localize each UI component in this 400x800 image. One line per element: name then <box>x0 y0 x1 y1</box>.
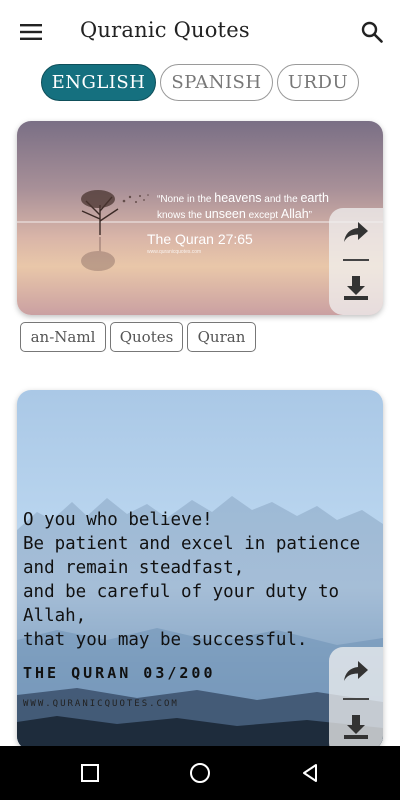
quote-fragment: Allah <box>280 207 309 221</box>
share-arrow-icon <box>344 222 368 242</box>
share-button[interactable] <box>329 208 383 256</box>
language-chip-urdu[interactable]: URDU <box>277 64 359 101</box>
download-button[interactable] <box>329 703 383 751</box>
tag-chip[interactable]: Quotes <box>110 322 183 352</box>
quote-line: that you may be successful. <box>23 630 308 650</box>
app-title: Quranic Quotes <box>80 18 250 42</box>
search-button[interactable] <box>356 16 388 48</box>
recent-apps-button[interactable] <box>60 746 120 800</box>
quote-card[interactable]: O you who believe! Be patient and excel … <box>17 390 383 750</box>
download-icon <box>344 714 368 739</box>
quote-fragment: unseen <box>204 207 246 221</box>
quote-line: and remain steadfast, <box>23 558 245 578</box>
quote-fragment: earth <box>300 191 329 205</box>
quote-fragment: ” <box>308 210 312 221</box>
quote-website: WWW.QURANICQUOTES.COM <box>23 699 179 709</box>
hamburger-menu-icon <box>20 24 42 40</box>
download-button[interactable] <box>329 264 383 312</box>
triangle-back-icon <box>303 764 317 782</box>
language-selector: ENGLISH SPANISH URDU <box>0 64 400 102</box>
quote-fragment: heavens <box>214 191 262 205</box>
home-button[interactable] <box>170 746 230 800</box>
quote-reference: The Quran 27:65 <box>147 231 253 247</box>
download-icon <box>344 275 368 300</box>
share-arrow-icon <box>344 661 368 681</box>
app-bar: Quranic Quotes <box>0 0 400 62</box>
square-icon <box>81 764 99 782</box>
menu-button[interactable] <box>14 17 48 47</box>
action-divider <box>343 698 369 700</box>
quote-line: Allah, <box>23 606 87 626</box>
back-button[interactable] <box>281 746 341 800</box>
tag-chip[interactable]: Quran <box>187 322 256 352</box>
quote-reference: THE QURAN 03/200 <box>23 664 216 682</box>
card-actions <box>329 647 383 750</box>
card-actions <box>329 208 383 315</box>
quote-text: O you who believe! Be patient and excel … <box>23 508 360 652</box>
action-divider <box>343 259 369 261</box>
tag-chip[interactable]: an-Naml <box>20 322 106 352</box>
quote-line: Be patient and excel in patience <box>23 534 361 554</box>
quote-line: O you who believe! <box>23 510 213 530</box>
share-button[interactable] <box>329 647 383 695</box>
quote-website: www.quranicquotes.com <box>147 249 202 255</box>
language-chip-english[interactable]: ENGLISH <box>41 64 156 101</box>
quote-card[interactable]: “None in the heavens and the earth knows… <box>17 121 383 315</box>
quote-fragment: and the <box>261 194 301 205</box>
quote-fragment: except <box>245 210 281 221</box>
quote-fragment: “None in the <box>157 194 215 205</box>
circle-icon <box>190 763 210 783</box>
quote-fragment: knows the <box>157 210 205 221</box>
search-icon <box>361 21 383 43</box>
system-navigation-bar <box>0 746 400 800</box>
language-chip-spanish[interactable]: SPANISH <box>160 64 273 101</box>
quote-line: and be careful of your duty to <box>23 582 340 602</box>
